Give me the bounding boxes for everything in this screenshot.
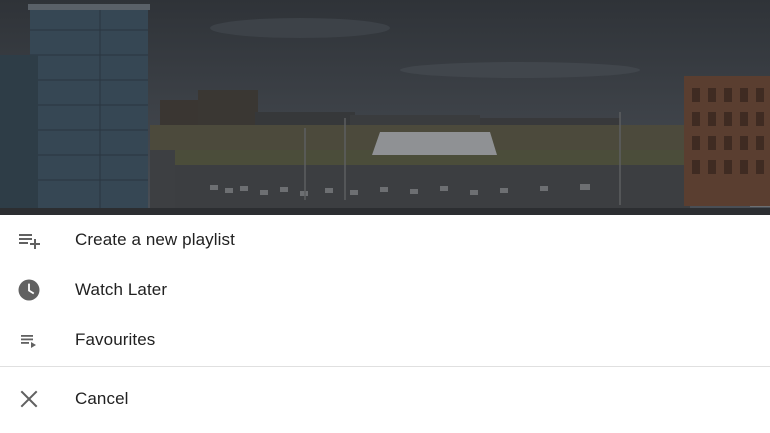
- create-playlist-label: Create a new playlist: [75, 230, 235, 249]
- close-icon: [17, 387, 41, 411]
- clock-icon: [17, 278, 41, 302]
- watch-later-label: Watch Later: [75, 280, 168, 299]
- menu-divider: [0, 366, 770, 367]
- cancel-label: Cancel: [75, 389, 129, 408]
- favourites-label: Favourites: [75, 330, 156, 349]
- add-to-playlist-sheet: Create a new playlist Watch Later Favour…: [0, 215, 770, 433]
- playlist-play-icon: [17, 328, 41, 352]
- playlist-add-icon: [17, 228, 41, 252]
- cancel-button[interactable]: Cancel: [0, 374, 770, 424]
- watch-later-item[interactable]: Watch Later: [0, 265, 770, 315]
- create-playlist-item[interactable]: Create a new playlist: [0, 215, 770, 265]
- city-scene-image: [0, 0, 770, 215]
- video-thumbnail: [0, 0, 770, 215]
- favourites-item[interactable]: Favourites: [0, 315, 770, 365]
